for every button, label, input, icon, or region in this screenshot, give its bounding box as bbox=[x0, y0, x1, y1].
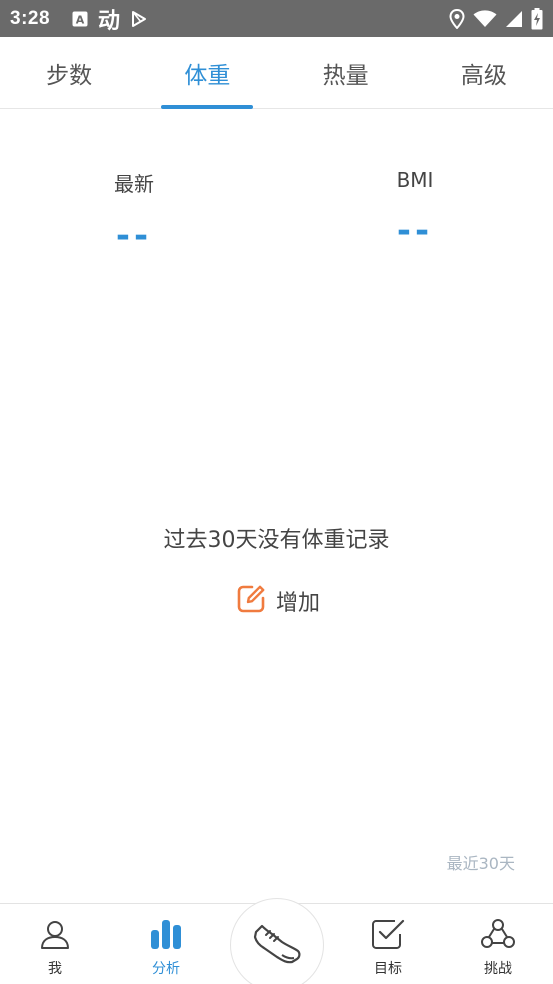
tab-steps[interactable]: 步数 bbox=[0, 37, 138, 108]
tab-advanced[interactable]: 高级 bbox=[415, 37, 553, 108]
latest-metric: 最新 -- bbox=[34, 168, 234, 253]
play-store-icon bbox=[130, 10, 148, 28]
status-time: 3:28 bbox=[10, 7, 51, 29]
tab-calories[interactable]: 热量 bbox=[277, 37, 415, 108]
bmi-label: BMI bbox=[396, 168, 434, 192]
bmi-value: -- bbox=[396, 211, 434, 251]
location-icon bbox=[449, 8, 465, 29]
bottom-nav: 我 分析 目标 挑战 bbox=[0, 898, 553, 984]
nav-goal[interactable]: 目标 bbox=[348, 918, 428, 978]
group-icon bbox=[480, 918, 516, 954]
add-weight-button[interactable]: 增加 bbox=[236, 584, 320, 618]
latest-value: -- bbox=[115, 216, 153, 256]
add-label: 增加 bbox=[276, 591, 321, 616]
nav-analysis-label: 分析 bbox=[152, 961, 180, 977]
range-label[interactable]: 最近30天 bbox=[447, 850, 515, 874]
nav-challenge-label: 挑战 bbox=[484, 961, 512, 977]
svg-text:A: A bbox=[76, 13, 85, 26]
wifi-icon bbox=[473, 9, 497, 28]
shoe-icon bbox=[252, 920, 302, 970]
edit-icon bbox=[236, 584, 266, 618]
nav-challenge[interactable]: 挑战 bbox=[458, 918, 538, 978]
status-bar: 3:28 A 动 bbox=[0, 0, 553, 37]
person-icon bbox=[39, 918, 71, 954]
bmi-metric: BMI -- bbox=[315, 168, 515, 248]
latest-label: 最新 bbox=[114, 172, 154, 196]
a-box-icon: A bbox=[72, 11, 88, 27]
tab-weight[interactable]: 体重 bbox=[138, 37, 276, 108]
nav-workout-button[interactable] bbox=[230, 898, 324, 984]
signal-icon bbox=[505, 10, 523, 28]
nav-me-label: 我 bbox=[48, 961, 62, 977]
top-tabs: 步数 体重 热量 高级 bbox=[0, 37, 553, 109]
checkbox-icon bbox=[371, 918, 405, 954]
empty-state-message: 过去30天没有体重记录 bbox=[163, 528, 390, 553]
nav-goal-label: 目标 bbox=[374, 961, 402, 977]
bar-chart-icon bbox=[149, 918, 183, 954]
nav-me[interactable]: 我 bbox=[15, 918, 95, 978]
nav-analysis[interactable]: 分析 bbox=[126, 918, 206, 978]
app-logo-icon: 动 bbox=[98, 8, 121, 34]
battery-charging-icon bbox=[531, 7, 543, 30]
